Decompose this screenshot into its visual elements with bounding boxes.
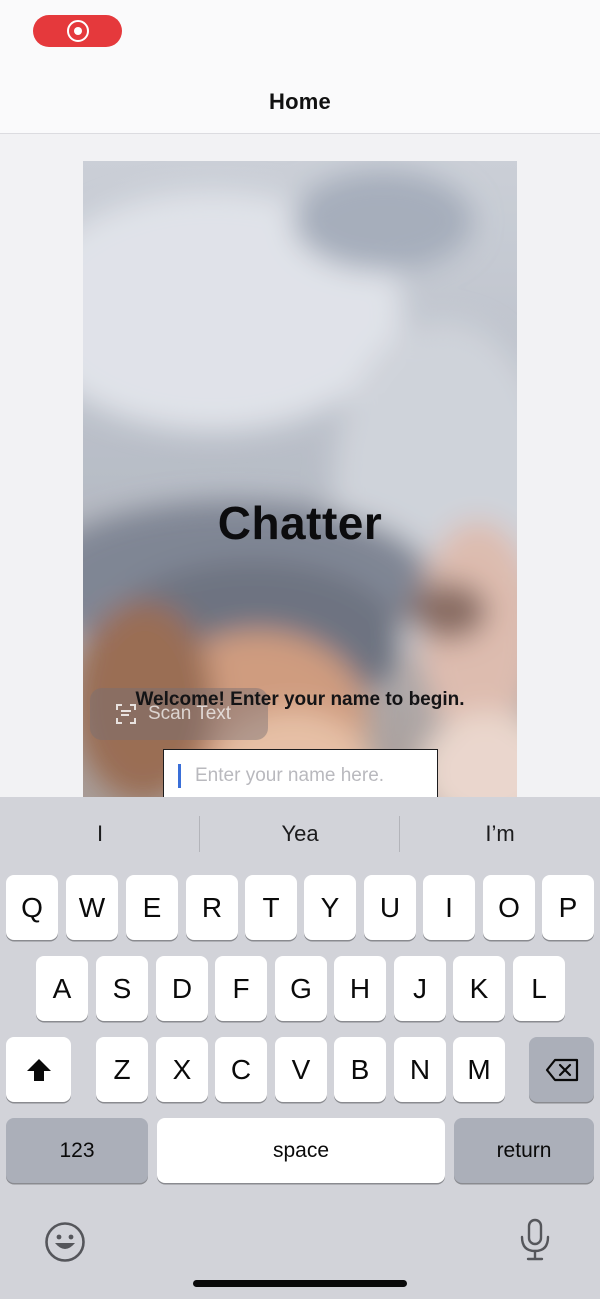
- suggestion-3[interactable]: I’m: [400, 797, 600, 871]
- key-h[interactable]: H: [334, 956, 386, 1021]
- suggestion-1[interactable]: I: [0, 797, 200, 871]
- app-title: Chatter: [217, 497, 383, 549]
- status-bar: [0, 0, 600, 70]
- text-cursor: [178, 763, 181, 788]
- space-key[interactable]: space: [157, 1118, 445, 1183]
- key-v[interactable]: V: [275, 1037, 327, 1102]
- key-p[interactable]: P: [542, 875, 594, 940]
- shift-icon: [26, 1058, 51, 1081]
- shift-key[interactable]: [6, 1037, 71, 1102]
- emoji-button[interactable]: [44, 1221, 86, 1263]
- key-c[interactable]: C: [215, 1037, 267, 1102]
- key-k[interactable]: K: [453, 956, 505, 1021]
- numbers-key[interactable]: 123: [6, 1118, 148, 1183]
- emoji-icon: [45, 1222, 85, 1262]
- page-title: Home: [269, 88, 331, 114]
- key-s[interactable]: S: [96, 956, 148, 1021]
- key-e[interactable]: E: [126, 875, 178, 940]
- delete-icon: [545, 1058, 578, 1081]
- key-g[interactable]: G: [275, 956, 327, 1021]
- key-m[interactable]: M: [453, 1037, 505, 1102]
- key-b[interactable]: B: [334, 1037, 386, 1102]
- predictive-suggestions-bar: I Yea I’m: [0, 797, 600, 871]
- key-w[interactable]: W: [66, 875, 118, 940]
- delete-key[interactable]: [529, 1037, 594, 1102]
- name-input[interactable]: [195, 764, 415, 787]
- key-y[interactable]: Y: [304, 875, 356, 940]
- name-field[interactable]: [163, 749, 438, 801]
- welcome-message: Welcome! Enter your name to begin.: [135, 689, 465, 710]
- key-d[interactable]: D: [156, 956, 208, 1021]
- key-z[interactable]: Z: [96, 1037, 148, 1102]
- home-indicator[interactable]: [193, 1280, 407, 1287]
- onscreen-keyboard: I Yea I’m Q W E R T Y U I O P A S D F G …: [0, 797, 600, 1299]
- return-key[interactable]: return: [454, 1118, 594, 1183]
- key-q[interactable]: Q: [6, 875, 58, 940]
- key-a[interactable]: A: [36, 956, 88, 1021]
- record-icon: [66, 20, 89, 42]
- key-r[interactable]: R: [186, 875, 238, 940]
- key-l[interactable]: L: [513, 956, 565, 1021]
- key-o[interactable]: O: [483, 875, 535, 940]
- navigation-bar: Home: [0, 70, 600, 134]
- screen-recording-indicator[interactable]: [33, 15, 122, 47]
- key-f[interactable]: F: [215, 956, 267, 1021]
- microphone-icon: [520, 1218, 550, 1261]
- key-i[interactable]: I: [423, 875, 475, 940]
- key-u[interactable]: U: [364, 875, 416, 940]
- dictation-button[interactable]: [518, 1218, 552, 1262]
- suggestion-2[interactable]: Yea: [200, 797, 400, 871]
- key-n[interactable]: N: [394, 1037, 446, 1102]
- key-j[interactable]: J: [394, 956, 446, 1021]
- key-x[interactable]: X: [156, 1037, 208, 1102]
- key-t[interactable]: T: [245, 875, 297, 940]
